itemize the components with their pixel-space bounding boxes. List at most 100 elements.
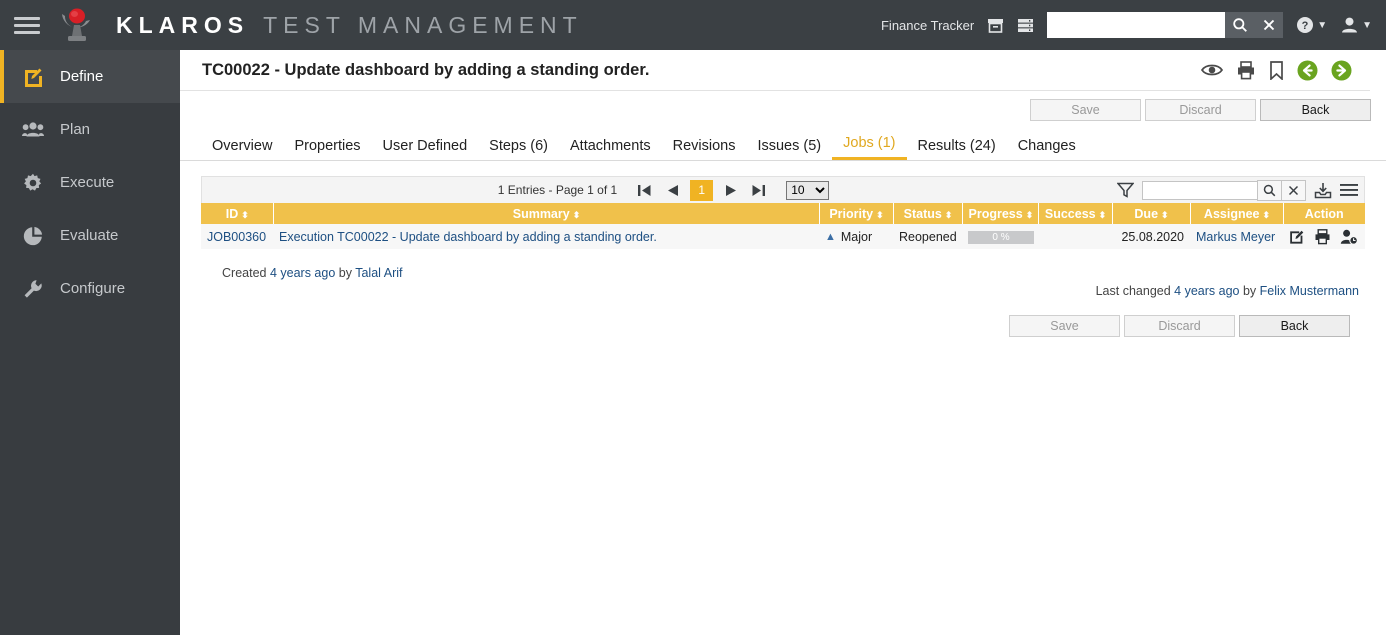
assign-user-icon[interactable] xyxy=(1340,229,1358,245)
print-icon[interactable] xyxy=(1314,229,1331,245)
tab-results[interactable]: Results (24) xyxy=(907,138,1007,160)
assignee-link[interactable]: Markus Meyer xyxy=(1196,230,1275,244)
created-by-link[interactable]: Talal Arif xyxy=(355,266,402,280)
first-page-icon[interactable] xyxy=(634,180,655,201)
cell-success xyxy=(1038,224,1112,249)
cell-status: Reopened xyxy=(893,224,962,249)
sidebar-item-label: Plan xyxy=(60,121,90,138)
user-menu[interactable]: ▼ xyxy=(1340,16,1372,34)
brand-title: KLAROS TEST MANAGEMENT xyxy=(116,12,583,39)
table-toolbar: 1 Entries - Page 1 of 1 1 10 20 50 xyxy=(201,176,1365,203)
previous-arrow-icon[interactable] xyxy=(1297,60,1318,81)
sidebar-item-configure[interactable]: Configure xyxy=(0,262,180,315)
changed-time-link[interactable]: 4 years ago xyxy=(1174,284,1239,298)
archive-box-icon[interactable] xyxy=(987,17,1004,34)
tab-revisions[interactable]: Revisions xyxy=(662,138,747,160)
table-row: JOB00360 Execution TC00022 - Update dash… xyxy=(201,224,1365,249)
column-header-status[interactable]: Status⬍ xyxy=(893,203,962,224)
status-label: Reopened xyxy=(899,230,957,244)
priority-label: Major xyxy=(841,230,872,244)
previous-page-icon[interactable] xyxy=(662,180,683,201)
save-button-bottom[interactable]: Save xyxy=(1009,315,1120,337)
funnel-filter-icon[interactable] xyxy=(1117,182,1134,198)
last-page-icon[interactable] xyxy=(748,180,769,201)
cell-priority: ▲ Major xyxy=(819,224,893,249)
last-changed-metadata: Last changed 4 years ago by Felix Muster… xyxy=(201,284,1365,298)
job-summary-link[interactable]: Execution TC00022 - Update dashboard by … xyxy=(279,230,657,244)
sidebar-item-define[interactable]: Define xyxy=(0,50,180,103)
print-icon[interactable] xyxy=(1236,61,1256,80)
eye-icon[interactable] xyxy=(1201,62,1223,78)
global-search-button[interactable] xyxy=(1225,12,1254,38)
tab-properties[interactable]: Properties xyxy=(283,138,371,160)
tab-user-defined[interactable]: User Defined xyxy=(372,138,479,160)
jobs-table-section: 1 Entries - Page 1 of 1 1 10 20 50 xyxy=(201,176,1365,337)
sidebar-item-execute[interactable]: Execute xyxy=(0,156,180,209)
due-date-label: 25.08.2020 xyxy=(1121,230,1184,244)
gear-icon xyxy=(22,173,44,193)
brand-primary: KLAROS xyxy=(116,12,249,39)
tab-overview[interactable]: Overview xyxy=(201,138,283,160)
table-filter-controls xyxy=(1117,180,1358,201)
global-search-input[interactable] xyxy=(1047,12,1225,38)
back-button-bottom[interactable]: Back xyxy=(1239,315,1350,337)
changed-by-link[interactable]: Felix Mustermann xyxy=(1260,284,1359,298)
chevron-down-icon: ▼ xyxy=(1317,20,1327,31)
server-rack-icon[interactable] xyxy=(1017,17,1034,34)
detail-tabs: Overview Properties User Defined Steps (… xyxy=(180,132,1386,161)
save-button-top[interactable]: Save xyxy=(1030,99,1141,121)
export-download-icon[interactable] xyxy=(1314,182,1332,199)
sidebar-item-label: Define xyxy=(60,68,103,85)
global-search-clear-button[interactable] xyxy=(1254,12,1283,38)
discard-button-bottom[interactable]: Discard xyxy=(1124,315,1235,337)
current-page-number[interactable]: 1 xyxy=(690,180,713,201)
sort-icon: ⬍ xyxy=(945,210,952,220)
sort-icon: ⬍ xyxy=(241,210,248,220)
next-page-icon[interactable] xyxy=(720,180,741,201)
bookmark-icon[interactable] xyxy=(1269,61,1284,80)
table-filter-input[interactable] xyxy=(1142,181,1258,200)
cell-summary: Execution TC00022 - Update dashboard by … xyxy=(273,224,819,249)
page-header: TC00022 - Update dashboard by adding a s… xyxy=(180,50,1370,91)
discard-button-top[interactable]: Discard xyxy=(1145,99,1256,121)
sidebar-item-evaluate[interactable]: Evaluate xyxy=(0,209,180,262)
edit-icon[interactable] xyxy=(1289,229,1305,245)
tab-changes[interactable]: Changes xyxy=(1007,138,1087,160)
filter-clear-button[interactable] xyxy=(1281,180,1306,201)
column-header-due[interactable]: Due⬍ xyxy=(1112,203,1190,224)
created-metadata: Created 4 years ago by Talal Arif xyxy=(222,266,1365,280)
sidebar-item-label: Configure xyxy=(60,280,125,297)
tab-jobs[interactable]: Jobs (1) xyxy=(832,135,906,160)
sidebar-item-plan[interactable]: Plan xyxy=(0,103,180,156)
svg-text:?: ? xyxy=(1302,20,1309,32)
tab-attachments[interactable]: Attachments xyxy=(559,138,662,160)
column-header-priority[interactable]: Priority⬍ xyxy=(819,203,893,224)
pie-chart-icon xyxy=(22,226,44,246)
created-by-label: by xyxy=(339,266,352,280)
column-header-id[interactable]: ID⬍ xyxy=(201,203,273,224)
table-header-row: ID⬍ Summary⬍ Priority⬍ Status⬍ Progress⬍… xyxy=(201,203,1365,224)
hamburger-menu-icon[interactable] xyxy=(14,17,48,34)
column-header-progress[interactable]: Progress⬍ xyxy=(962,203,1038,224)
cell-due: 25.08.2020 xyxy=(1112,224,1190,249)
help-menu[interactable]: ? ▼ xyxy=(1296,16,1327,34)
created-time-link[interactable]: 4 years ago xyxy=(270,266,335,280)
filter-search-button[interactable] xyxy=(1257,180,1282,201)
list-menu-icon[interactable] xyxy=(1340,183,1358,197)
job-id-link[interactable]: JOB00360 xyxy=(207,230,266,244)
column-header-assignee[interactable]: Assignee⬍ xyxy=(1190,203,1283,224)
column-header-summary[interactable]: Summary⬍ xyxy=(273,203,819,224)
help-circle-icon: ? xyxy=(1296,16,1314,34)
sort-icon: ⬍ xyxy=(573,210,580,220)
tab-steps[interactable]: Steps (6) xyxy=(478,138,559,160)
column-header-success[interactable]: Success⬍ xyxy=(1038,203,1112,224)
sidebar-item-label: Evaluate xyxy=(60,227,118,244)
next-arrow-icon[interactable] xyxy=(1331,60,1352,81)
cell-id: JOB00360 xyxy=(201,224,273,249)
page-size-select[interactable]: 10 20 50 100 xyxy=(786,181,829,200)
column-header-action: Action xyxy=(1283,203,1365,224)
top-header-bar: KLAROS TEST MANAGEMENT Finance Tracker ?… xyxy=(0,0,1386,50)
tab-issues[interactable]: Issues (5) xyxy=(746,138,832,160)
back-button-top[interactable]: Back xyxy=(1260,99,1371,121)
global-search xyxy=(1047,12,1283,38)
